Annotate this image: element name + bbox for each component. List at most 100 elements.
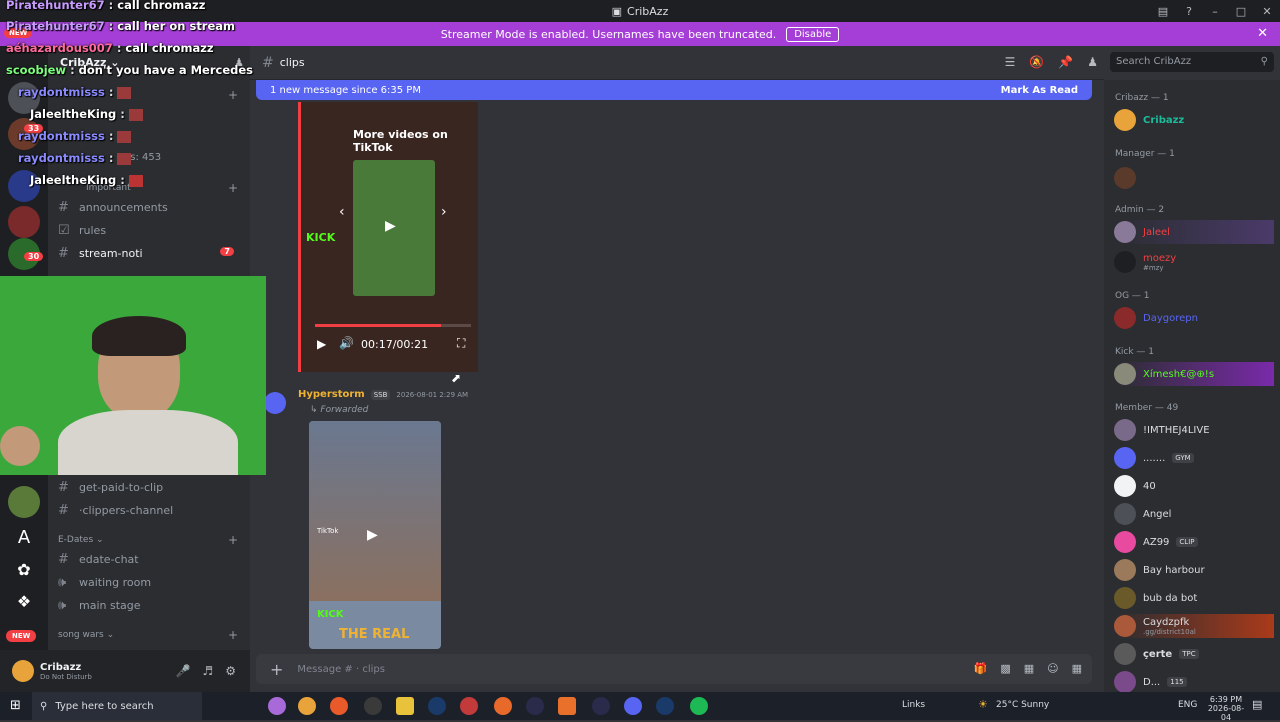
member-item[interactable]: !IMTHEJ4LIVE (1114, 418, 1274, 442)
member-item[interactable]: 40 (1114, 474, 1274, 498)
inbox-icon[interactable]: ▤ (1150, 5, 1176, 18)
spotify-icon[interactable] (690, 697, 708, 715)
mark-as-read-button[interactable]: Mark As Read (1001, 85, 1078, 96)
opera-icon[interactable] (460, 697, 478, 715)
category-song-wars[interactable]: song wars ⌄ + (58, 628, 244, 642)
category-edates[interactable]: E-Dates ⌄ + (58, 533, 244, 547)
gift-icon[interactable]: 🎁 (974, 662, 988, 675)
new-messages-bar[interactable]: 1 new message since 6:35 PM Mark As Read (256, 80, 1092, 100)
threads-icon[interactable]: ☰ (1005, 55, 1016, 69)
app-icon[interactable] (268, 697, 286, 715)
brave-icon[interactable] (330, 697, 348, 715)
close-window-button[interactable]: ✕ (1254, 5, 1280, 18)
maximize-button[interactable]: □ (1228, 5, 1254, 18)
settings-icon[interactable]: ⚙ (225, 664, 236, 678)
play-overlay-icon[interactable]: ▶ (367, 527, 378, 543)
message-composer[interactable]: + Message # · clips 🎁 ▩ ▦ ☺ ▦ (256, 654, 1092, 684)
app-icon[interactable] (558, 697, 576, 715)
avatar[interactable] (12, 660, 34, 682)
channel-waiting-room[interactable]: 🕪 waiting room (58, 572, 244, 592)
member-item[interactable] (1114, 166, 1274, 190)
channel-get-paid-to-clip[interactable]: # get-paid-to-clip (58, 477, 244, 497)
server-icon[interactable] (8, 486, 40, 518)
channel-clippers[interactable]: # ·clippers-channel (58, 500, 244, 520)
tiktok-embed-video[interactable]: More videos on TikTok KICK ‹ › ▶ ▶ 🔊 00:… (298, 102, 478, 372)
server-icon[interactable]: ✿ (8, 554, 40, 586)
emoji-icon[interactable]: ☺ (1047, 662, 1058, 675)
language-indicator[interactable]: ENG (1178, 700, 1197, 710)
members-icon[interactable]: ♟ (1087, 55, 1098, 69)
discord-icon[interactable] (624, 697, 642, 715)
channel-label: get-paid-to-clip (79, 480, 164, 494)
clock[interactable]: 6:39 PM 2026-08-04 (1204, 695, 1248, 722)
channel-stream-noti[interactable]: # stream-noti 7 (58, 243, 244, 263)
member-item[interactable]: Jaleel (1114, 220, 1274, 244)
progress-bar[interactable] (315, 324, 471, 327)
sticker-icon[interactable]: ▦ (1024, 662, 1034, 675)
message-author[interactable]: Hyperstorm (298, 389, 365, 400)
member-item[interactable]: Cribazz (1114, 108, 1274, 132)
channel-title: clips (279, 56, 305, 69)
server-icon[interactable]: ❖ (8, 586, 40, 618)
channel-edate-chat[interactable]: # edate-chat (58, 549, 244, 569)
weather-text[interactable]: 25°C Sunny (996, 700, 1049, 710)
disable-button[interactable]: Disable (786, 26, 840, 42)
forwarded-video[interactable]: TikTok ▶ KICK THE REAL (309, 421, 441, 649)
avatar[interactable] (264, 392, 286, 414)
member-item[interactable]: bub da bot (1114, 586, 1274, 610)
member-name: bub da bot (1143, 592, 1198, 604)
fullscreen-icon[interactable]: ⛶ (457, 336, 465, 351)
server-icon[interactable] (8, 206, 40, 238)
play-icon[interactable]: ▶ (317, 337, 326, 351)
close-icon[interactable]: ✕ (1257, 26, 1268, 41)
chrome-icon[interactable] (298, 697, 316, 715)
taskbar-search-input[interactable]: ⚲ Type here to search (32, 692, 202, 720)
channel-rules[interactable]: ☑ rules (58, 220, 244, 240)
member-item[interactable]: Caydzpfk .gg/district10al (1114, 614, 1274, 638)
member-name: ....... (1143, 452, 1166, 464)
notification-icon[interactable]: ▤ (1252, 698, 1262, 711)
pin-icon[interactable]: 📌 (1058, 55, 1073, 69)
member-item[interactable]: AZ99 CLIP (1114, 530, 1274, 554)
volume-icon[interactable]: 🔊 (339, 336, 354, 350)
notifications-icon[interactable]: 🔕 (1029, 55, 1044, 69)
member-item[interactable]: moezy #mzy (1114, 250, 1274, 274)
member-item[interactable]: Daygorepn (1114, 306, 1274, 330)
avatar (1114, 221, 1136, 243)
channel-main-stage[interactable]: 🕪 main stage (58, 595, 244, 615)
cursor-icon: ⬈ (451, 371, 462, 385)
gif-icon[interactable]: ▩ (1000, 662, 1010, 675)
folder-icon[interactable] (396, 697, 414, 715)
add-channel-icon[interactable]: + (228, 628, 238, 642)
app-icon[interactable] (526, 697, 544, 715)
server-icon[interactable]: A (8, 522, 40, 554)
member-item[interactable]: çerte TPC (1114, 642, 1274, 666)
app-icon[interactable] (592, 697, 610, 715)
headphones-icon[interactable]: ♬ (202, 664, 213, 678)
member-item[interactable]: D... 115 (1114, 670, 1274, 692)
app-icon[interactable] (364, 697, 382, 715)
add-channel-icon[interactable]: + (228, 533, 238, 547)
mic-icon[interactable]: 🎤 (176, 664, 191, 678)
channel-header: # clips ☰ 🔕 📌 ♟ (250, 46, 1104, 80)
help-icon[interactable]: ? (1176, 5, 1202, 18)
steam-icon[interactable] (656, 697, 674, 715)
play-overlay-icon[interactable]: ▶ (385, 218, 396, 234)
prev-icon[interactable]: ‹ (339, 204, 345, 220)
minimize-button[interactable]: – (1202, 5, 1228, 18)
member-item[interactable]: Bay harbour (1114, 558, 1274, 582)
member-item[interactable]: ....... GYM (1114, 446, 1274, 470)
apps-icon[interactable]: ▦ (1072, 662, 1082, 675)
member-item[interactable]: Angel (1114, 502, 1274, 526)
links-toolbar[interactable]: Links (902, 700, 925, 710)
member-item[interactable]: Xímesh€@⊕!s (1114, 362, 1274, 386)
steam-icon[interactable] (428, 697, 446, 715)
add-attachment-icon[interactable]: + (270, 660, 283, 679)
emote-icon (128, 174, 143, 187)
channel-announcements[interactable]: # announcements (58, 197, 244, 217)
firefox-icon[interactable] (494, 697, 512, 715)
next-icon[interactable]: › (441, 204, 447, 220)
member-tag: GYM (1172, 453, 1194, 463)
windows-start-icon[interactable]: ⊞ (10, 698, 21, 713)
search-input[interactable]: Search CribAzz ⚲ (1110, 52, 1274, 72)
